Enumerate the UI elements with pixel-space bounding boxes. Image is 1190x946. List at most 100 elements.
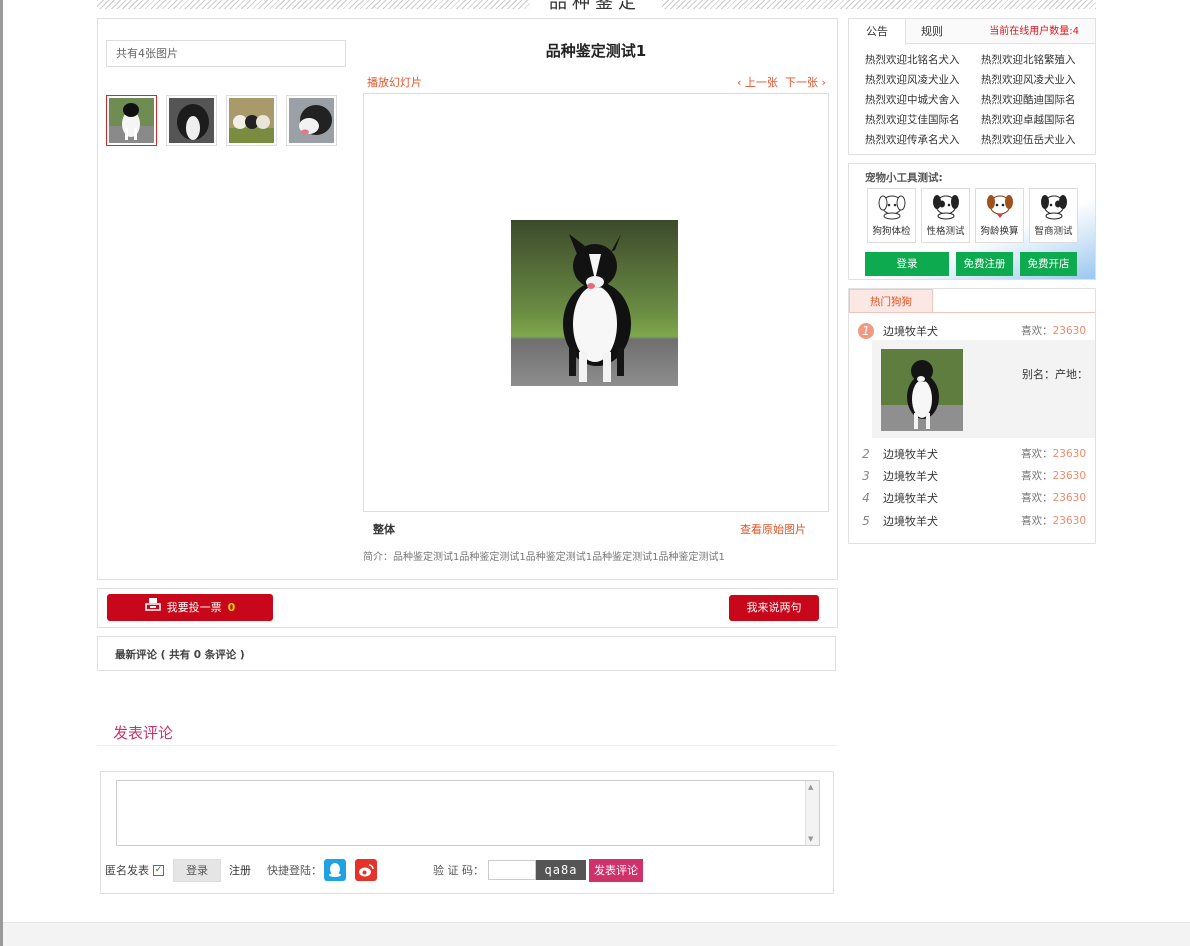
rank-badge: 5	[862, 514, 870, 528]
latest-comments-heading: 最新评论 ( 共有 0 条评论 )	[115, 647, 245, 662]
tool-personality-test[interactable]: 性格测试	[921, 188, 970, 243]
hot-dog-likes: 喜欢：23630	[1021, 513, 1086, 528]
latest-comments-suffix: 条评论 )	[204, 649, 245, 661]
like-count: 23630	[1052, 515, 1086, 527]
image-section-label: 整体	[373, 523, 395, 536]
prev-image-link[interactable]: ‹ 上一张	[737, 74, 778, 90]
comment-count: 0	[193, 649, 202, 661]
hot-dog-name[interactable]: 边境牧羊犬	[883, 513, 938, 529]
like-label: 喜欢：	[1021, 325, 1053, 337]
tool-dog-checkup[interactable]: 狗狗体检	[867, 188, 916, 243]
vote-count: 0	[227, 601, 236, 614]
tab-notice[interactable]: 公告	[849, 19, 906, 45]
hot-dog-likes: 喜欢：23630	[1021, 446, 1086, 461]
notice-item[interactable]: 热烈欢迎北铭繁殖入	[981, 50, 1097, 70]
captcha-input[interactable]	[488, 860, 536, 880]
tool-label: 狗狗体检	[872, 226, 911, 237]
pet-tools-title: 宠物小工具测试:	[865, 172, 943, 184]
notice-item[interactable]: 热烈欢迎艾佳国际名	[865, 110, 981, 130]
hot-dog-name[interactable]: 边境牧羊犬	[883, 468, 938, 484]
notice-item[interactable]: 热烈欢迎伍岳犬业入	[981, 130, 1097, 150]
next-image-link[interactable]: 下一张 ›	[785, 74, 826, 90]
puppy-iq-icon	[1030, 189, 1077, 223]
comment-scrollbar[interactable]: ▲ ▼	[805, 781, 819, 845]
hot-dog-name[interactable]: 边境牧羊犬	[883, 490, 938, 506]
gallery-thumbnail[interactable]	[226, 95, 277, 146]
dog-photo-thumb-3	[229, 98, 274, 143]
anonymous-label: 匿名发表	[105, 864, 149, 877]
main-dog-photo	[511, 220, 678, 386]
notice-item[interactable]: 热烈欢迎中城犬舍入	[865, 90, 981, 110]
puppy-personality-icon	[922, 189, 969, 223]
notice-item[interactable]: 热烈欢迎卓越国际名	[981, 110, 1097, 130]
like-count: 23630	[1052, 492, 1086, 504]
comment-form-footer: 匿名发表 ✓ 登录 注册 快捷登陆：	[105, 858, 377, 882]
image-viewer[interactable]	[363, 93, 829, 512]
like-label: 喜欢：	[1021, 470, 1053, 482]
like-count: 23630	[1052, 325, 1086, 337]
hot-dog-likes: 喜欢：23630	[1021, 490, 1086, 505]
tab-rules[interactable]: 规则	[921, 19, 943, 44]
post-comment-heading: 发表评论	[113, 724, 174, 742]
gallery-thumbnail[interactable]	[286, 95, 337, 146]
write-comment-button[interactable]: 我来说两句	[729, 595, 819, 621]
gallery-thumbnail[interactable]	[166, 95, 217, 146]
notice-list: 热烈欢迎北铭名犬入 热烈欢迎北铭繁殖入 热烈欢迎风凌犬业入 热烈欢迎风凌犬业入 …	[865, 50, 1095, 150]
hot-dog-alias: 别名：产地：	[1022, 368, 1088, 381]
window-left-edge	[0, 0, 3, 946]
notice-item[interactable]: 热烈欢迎风凌犬业入	[865, 70, 981, 90]
login-button[interactable]: 登录	[173, 858, 221, 882]
like-label: 喜欢：	[1021, 492, 1053, 504]
hot-dogs-tab[interactable]: 热门狗狗	[849, 289, 933, 313]
dog-photo-thumb-2	[169, 98, 214, 143]
register-link[interactable]: 注册	[229, 862, 251, 878]
tool-dog-age[interactable]: 狗龄换算	[975, 188, 1024, 243]
rank-badge: 2	[862, 447, 870, 461]
sidebar-open-shop-button[interactable]: 免费开店	[1020, 252, 1077, 276]
notice-item[interactable]: 热烈欢迎传承名犬入	[865, 130, 981, 150]
captcha-row: 验 证 码： qa8a 发表评论	[433, 858, 643, 882]
view-original-link[interactable]: 查看原始图片	[740, 521, 806, 537]
hot-dog-photo[interactable]	[881, 349, 963, 431]
scroll-down-icon[interactable]: ▼	[808, 835, 813, 843]
tool-iq-test[interactable]: 智商测试	[1029, 188, 1078, 243]
banner-hatch-left	[97, 0, 530, 9]
page-title: 品种鉴定	[549, 0, 641, 13]
weibo-login-icon[interactable]	[355, 859, 377, 881]
hot-dog-name[interactable]: 边境牧羊犬	[883, 446, 938, 462]
sidebar-login-button[interactable]: 登录	[865, 252, 949, 276]
puppy-checkup-icon	[868, 189, 915, 223]
notice-item[interactable]: 热烈欢迎北铭名犬入	[865, 50, 981, 70]
sidebar-register-button[interactable]: 免费注册	[956, 252, 1013, 276]
tool-label: 性格测试	[926, 226, 965, 237]
rank-badge: 3	[862, 469, 870, 483]
submit-comment-button[interactable]: 发表评论	[589, 858, 643, 882]
vote-button[interactable]: 我要投一票 0	[107, 594, 273, 621]
rank-badge: 1	[858, 323, 874, 339]
dog-photo-thumb-1	[109, 98, 154, 143]
image-count-field: 共有4张图片	[106, 40, 346, 67]
gallery-thumbnail[interactable]	[106, 95, 157, 146]
qq-login-icon[interactable]	[324, 859, 346, 881]
vote-button-label: 我要投一票	[166, 601, 222, 614]
like-count: 23630	[1052, 470, 1086, 482]
quick-login-label: 快捷登陆：	[267, 864, 322, 877]
notice-item[interactable]: 热烈欢迎风凌犬业入	[981, 70, 1097, 90]
notice-tabs: 公告 规则 当前在线用户数量:4	[849, 19, 1095, 45]
tool-label: 狗龄换算	[980, 226, 1019, 237]
banner-hatch-right	[662, 0, 1096, 9]
latest-comments-label: 最新评论 ( 共有	[115, 649, 191, 661]
rank-badge: 4	[862, 491, 870, 505]
puppy-age-icon	[976, 189, 1023, 223]
hot-dog-likes: 喜欢：23630	[1021, 323, 1086, 338]
anonymous-checkbox[interactable]: ✓	[153, 864, 164, 876]
notice-item[interactable]: 热烈欢迎酷迪国际名	[981, 90, 1097, 110]
hot-dog-name[interactable]: 边境牧羊犬	[883, 323, 938, 339]
online-users-count: 当前在线用户数量:4	[989, 26, 1079, 37]
scroll-up-icon[interactable]: ▲	[808, 783, 813, 791]
vote-icon	[144, 594, 161, 621]
comment-textarea[interactable]	[116, 780, 820, 846]
slideshow-link[interactable]: 播放幻灯片	[367, 74, 422, 90]
latest-comments-bar: 最新评论 ( 共有 0 条评论 )	[97, 636, 836, 671]
captcha-image[interactable]: qa8a	[536, 860, 586, 880]
